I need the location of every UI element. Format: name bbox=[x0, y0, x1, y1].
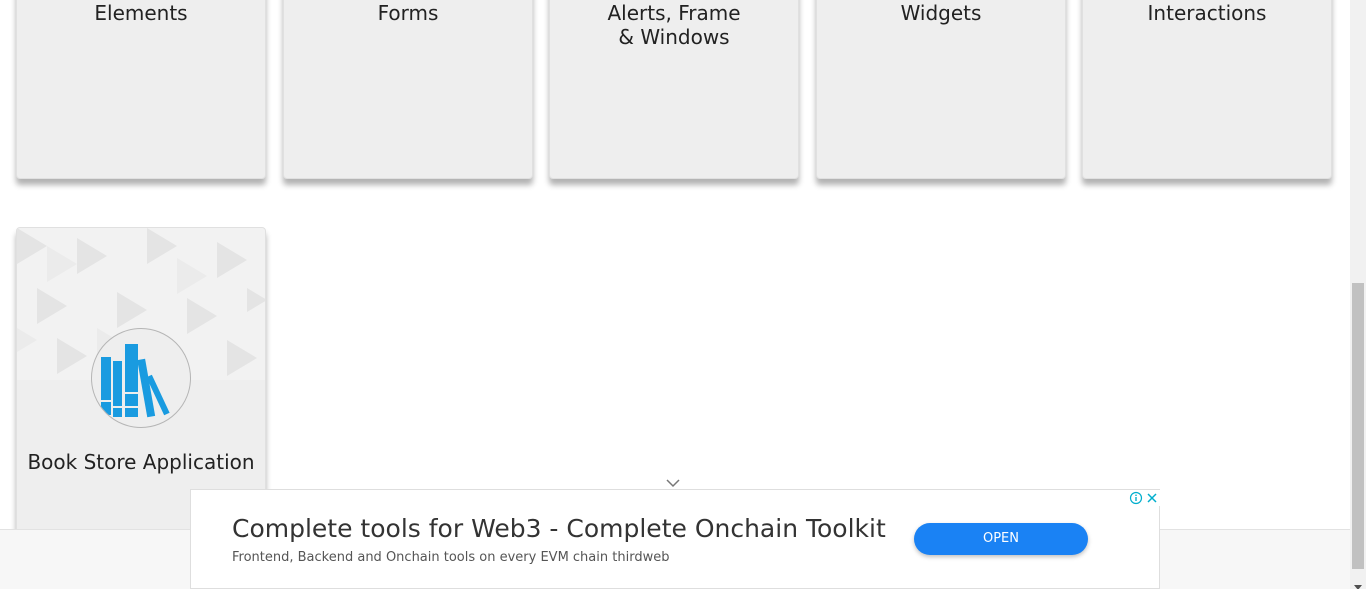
card-title-elements: Elements bbox=[94, 1, 188, 25]
ad-open-button[interactable]: OPEN bbox=[914, 523, 1088, 555]
card-title-alerts: Alerts, Frame & Windows bbox=[607, 1, 741, 49]
chevron-down-icon[interactable] bbox=[665, 474, 681, 488]
books-icon bbox=[91, 328, 191, 428]
ad-title[interactable]: Complete tools for Web3 - Complete Oncha… bbox=[232, 514, 886, 543]
scroll-down-arrow-icon[interactable] bbox=[1354, 576, 1362, 589]
scrollbar-thumb[interactable] bbox=[1352, 283, 1364, 569]
close-icon[interactable] bbox=[1144, 490, 1160, 506]
card-title-forms: Forms bbox=[377, 1, 439, 25]
advertisement-banner[interactable]: Complete tools for Web3 - Complete Oncha… bbox=[190, 489, 1160, 589]
card-title-book-store: Book Store Application bbox=[27, 450, 255, 474]
vertical-scrollbar[interactable] bbox=[1350, 0, 1366, 589]
card-widgets[interactable]: Widgets bbox=[816, 0, 1066, 179]
card-elements[interactable]: Elements bbox=[16, 0, 266, 179]
card-alerts-frame-windows[interactable]: Alerts, Frame & Windows bbox=[549, 0, 799, 179]
card-title-widgets: Widgets bbox=[900, 1, 982, 25]
card-title-interactions: Interactions bbox=[1147, 1, 1267, 25]
ad-description: Frontend, Backend and Onchain tools on e… bbox=[232, 550, 670, 565]
info-icon[interactable] bbox=[1128, 490, 1144, 506]
card-forms[interactable]: Forms bbox=[283, 0, 533, 179]
card-interactions[interactable]: Interactions bbox=[1082, 0, 1332, 179]
